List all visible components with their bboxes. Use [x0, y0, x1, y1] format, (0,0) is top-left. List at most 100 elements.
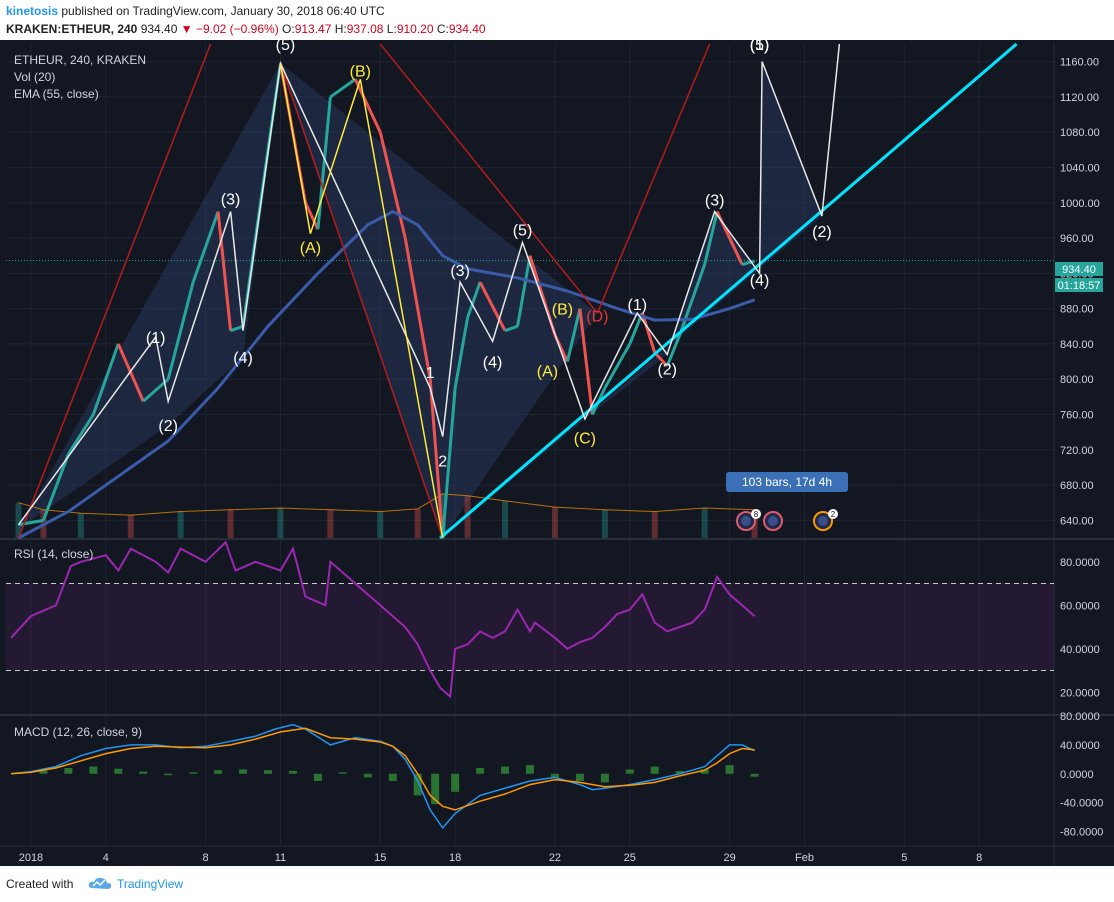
- time-tick-3: 11: [275, 852, 286, 864]
- legend-rsi: RSI (14, close): [14, 547, 93, 561]
- rsi-band-fill: [6, 583, 1054, 671]
- volume-bar-16: [701, 508, 708, 538]
- rsi-tick-0: 80.0000: [1060, 557, 1100, 569]
- close-label: C:: [436, 22, 449, 36]
- wave-label-5: (A): [300, 240, 321, 257]
- legend-main: ETHEUR, 240, KRAKEN: [14, 53, 146, 67]
- chart-svg[interactable]: (1) (2) (3) (4) (5) (A) (B) 1 2 (3) (4) (5) (B) (A) (C…: [0, 37, 1114, 866]
- tradingview-brand-link[interactable]: TradingView: [117, 877, 183, 891]
- event-badge-2[interactable]: [763, 511, 783, 531]
- legend-vol: Vol (20): [14, 70, 55, 84]
- wave-label-13: (A): [537, 363, 558, 380]
- macd-hist-bar-14: [363, 773, 372, 778]
- macd-tick-4: -80.0000: [1060, 827, 1103, 839]
- macd-hist-bar-8: [214, 770, 223, 774]
- symbol-label: KRAKEN:ETHEUR, 240: [6, 22, 138, 36]
- rsi-tick-1: 60.0000: [1060, 600, 1100, 612]
- chart-area[interactable]: (1) (2) (3) (4) (5) (A) (B) 1 2 (3) (4) (5) (B) (A) (C…: [0, 37, 1114, 866]
- time-tick-1: 4: [103, 852, 109, 864]
- price-tick-4: 1000.00: [1060, 198, 1100, 210]
- price-tick-1: 1120.00: [1060, 92, 1099, 104]
- footer: Created with TradingView: [0, 866, 1114, 902]
- time-tick-9: Feb: [795, 852, 814, 864]
- grid-layer: [0, 44, 1114, 866]
- volume-bar-8: [377, 511, 384, 538]
- macd-pane: 80.0000 40.0000 0.0000 -40.0000 -80.0000: [10, 711, 1103, 839]
- price-tick-5: 960.00: [1060, 233, 1094, 245]
- wave-label-14: (C): [574, 430, 596, 447]
- legend-ema: EMA (55, close): [14, 87, 99, 101]
- macd-signal-line: [10, 727, 755, 811]
- macd-hist-bar-29: [725, 765, 734, 774]
- macd-hist-bar-15: [388, 773, 397, 781]
- open-label: O:: [282, 22, 295, 36]
- tradingview-cloud-icon: [88, 877, 112, 889]
- rsi-pane: 80.0000 60.0000 40.0000 20.0000: [6, 540, 1100, 699]
- volume-bar-15: [651, 511, 658, 538]
- macd-hist-bar-6: [164, 773, 173, 776]
- low-label: L:: [386, 22, 397, 36]
- volume-bar-3: [127, 515, 134, 538]
- author-link[interactable]: kinetosis: [6, 4, 58, 18]
- volume-bar-12: [502, 500, 509, 538]
- volume-layer: [15, 493, 758, 538]
- wave-label-18: (3): [705, 192, 725, 209]
- macd-hist-bar-10: [264, 770, 272, 774]
- published-text: published on TradingView.com, January 30…: [61, 4, 385, 18]
- rsi-tick-2: 40.0000: [1060, 644, 1100, 656]
- macd-hist-bar-23: [575, 773, 584, 781]
- measure-tooltip: 103 bars, 17d 4h: [726, 472, 848, 492]
- price-tick-3: 1040.00: [1060, 163, 1100, 175]
- wave-label-8: 2: [438, 453, 447, 470]
- time-tick-0: 2018: [19, 852, 43, 864]
- macd-hist-bar-13: [338, 772, 347, 774]
- wave-label-21: (5): [750, 40, 770, 54]
- event-badge-3-count: 2: [831, 510, 836, 519]
- price-tick-0: 1160.00: [1060, 57, 1099, 69]
- close-value: 934.40: [448, 22, 486, 36]
- wave-label-19: (4): [750, 273, 770, 290]
- wave-label-11: (5): [513, 222, 533, 239]
- wave-fill-layer: [18, 61, 822, 539]
- wave-label-1: (2): [158, 418, 178, 435]
- wave-label-3: (4): [233, 350, 253, 367]
- macd-hist-bar-21: [526, 765, 534, 774]
- macd-hist-bar-7: [189, 772, 198, 774]
- macd-hist-bar-19: [476, 768, 485, 774]
- time-tick-6: 22: [549, 852, 561, 864]
- wave-label-9: (3): [450, 263, 470, 280]
- event-badge-1-count: 8: [754, 510, 759, 519]
- wave-label-16: (1): [628, 297, 648, 314]
- high-label: H:: [334, 22, 347, 36]
- macd-hist-bar-2: [64, 768, 73, 774]
- time-tick-4: 15: [374, 852, 386, 864]
- axes-layer: 1160.00 1120.00 1080.00 1040.00 1000.00 960.0…: [19, 57, 1100, 864]
- time-tick-2: 8: [203, 852, 209, 864]
- volume-bar-4: [177, 511, 184, 538]
- price-segment-16: [329, 78, 357, 99]
- last-price-badge-text: 934.40: [1062, 264, 1096, 276]
- event-badge-3[interactable]: 2: [813, 509, 838, 531]
- wave-label-6: (B): [350, 63, 371, 80]
- volume-bar-6: [277, 508, 284, 538]
- volume-bar-7: [327, 509, 334, 538]
- publish-header: kinetosis published on TradingView.com, …: [0, 0, 1114, 40]
- wave-label-22: (2): [812, 224, 832, 241]
- macd-hist-bar-11: [288, 770, 297, 774]
- wave-label-17: (2): [657, 362, 677, 379]
- price-tick-8: 840.00: [1060, 339, 1094, 351]
- open-value: 913.47: [294, 22, 332, 36]
- macd-line: [10, 723, 755, 830]
- volume-bar-2: [77, 513, 84, 538]
- volume-bar-14: [601, 509, 608, 538]
- legend-macd: MACD (12, 26, close, 9): [14, 725, 142, 739]
- volume-ma-line: [18, 493, 755, 516]
- volume-bar-9: [414, 508, 421, 538]
- macd-hist-bar-3: [89, 766, 98, 774]
- macd-tick-1: 40.0000: [1060, 740, 1100, 752]
- volume-bar-5: [227, 509, 234, 538]
- low-value: 910.20: [396, 22, 434, 36]
- last-price-text: 934.40: [140, 22, 178, 36]
- wave-label-12: (B): [552, 302, 573, 319]
- price-tick-12: 680.00: [1060, 480, 1094, 492]
